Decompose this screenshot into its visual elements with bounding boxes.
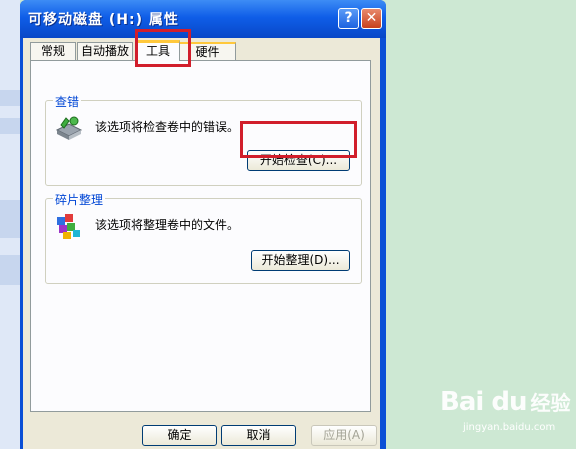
start-defrag-button[interactable]: 开始整理(D)... <box>251 250 350 271</box>
error-check-description: 该选项将检查卷中的错误。 <box>95 120 240 134</box>
dialog-client-area: 常规 自动播放 硬件 工具 查错 该选项将检查卷中的错误。 开始检查(C)...… <box>23 38 380 449</box>
watermark-suffix: 经验 <box>530 391 571 415</box>
tab-general[interactable]: 常规 <box>30 42 76 60</box>
close-button[interactable]: ✕ <box>361 8 382 29</box>
desktop-background-strip <box>0 0 20 449</box>
defrag-icon <box>57 214 80 239</box>
defrag-description: 该选项将整理卷中的文件。 <box>95 218 240 232</box>
apply-button[interactable]: 应用(A) <box>311 425 377 446</box>
title-bar[interactable]: 可移动磁盘 (H:) 属性 ? ✕ <box>20 0 386 38</box>
disk-check-icon <box>55 116 83 140</box>
properties-dialog: 可移动磁盘 (H:) 属性 ? ✕ 常规 自动播放 硬件 工具 查错 该选项将检… <box>20 0 386 449</box>
highlight-box-check-button <box>240 121 357 158</box>
watermark-logo: Bai du <box>440 387 527 417</box>
error-check-title: 查错 <box>53 93 82 110</box>
defrag-title: 碎片整理 <box>53 191 106 208</box>
defrag-group: 碎片整理 该选项将整理卷中的文件。 开始整理(D)... <box>45 191 362 284</box>
tools-tab-panel: 查错 该选项将检查卷中的错误。 开始检查(C)... 碎片整理 该选项将整理卷中… <box>30 60 371 412</box>
tab-autoplay[interactable]: 自动播放 <box>77 42 133 60</box>
window-title: 可移动磁盘 (H:) 属性 <box>28 12 179 28</box>
baidu-watermark: Bai du 经验 <box>440 387 570 417</box>
help-button[interactable]: ? <box>338 8 359 29</box>
highlight-box-tools-tab <box>135 29 191 67</box>
ok-button[interactable]: 确定 <box>142 425 217 446</box>
cancel-button[interactable]: 取消 <box>221 425 296 446</box>
watermark-url: jingyan.baidu.com <box>463 422 556 433</box>
